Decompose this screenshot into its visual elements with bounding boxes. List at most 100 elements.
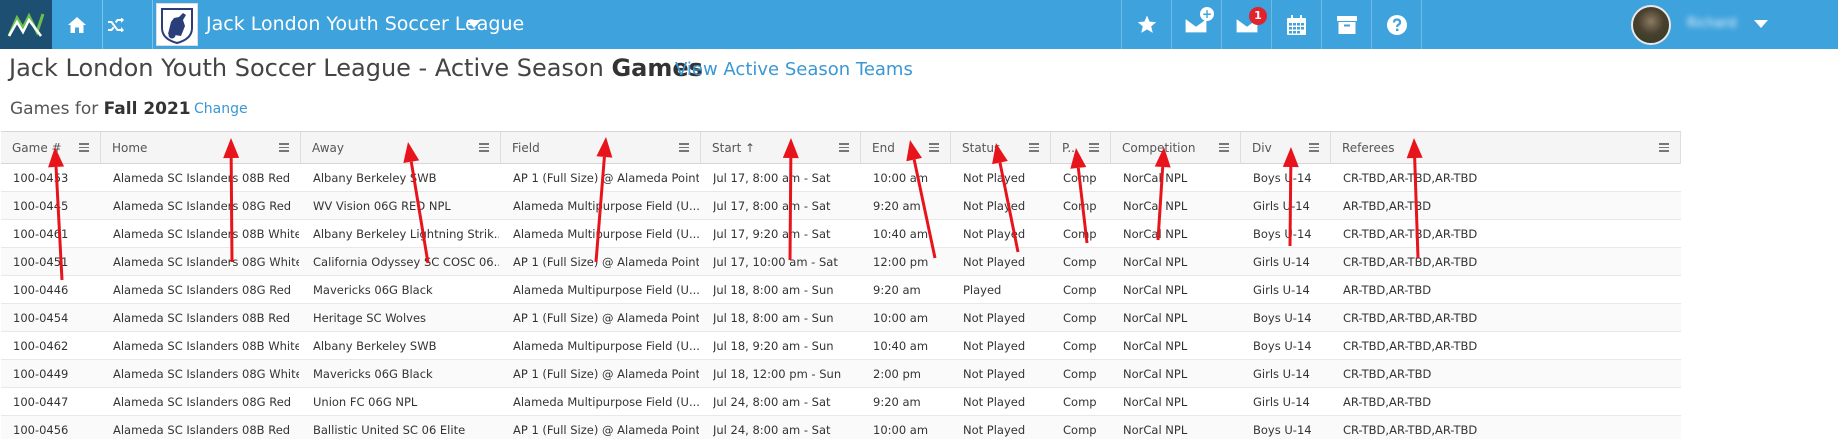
cell-program: Comp — [1063, 255, 1097, 269]
cell-game-number: 100-0462 — [13, 339, 69, 353]
page-title: Jack London Youth Soccer League - Active… — [9, 54, 703, 82]
cell-status: Played — [963, 283, 1002, 297]
user-name[interactable]: Richard — [1687, 16, 1736, 31]
view-teams-link[interactable]: View Active Season Teams — [675, 59, 913, 80]
cell-division: Girls U-14 — [1253, 367, 1310, 381]
column-menu-icon[interactable] — [1089, 143, 1099, 152]
season-label: Games for Fall 2021 — [10, 99, 191, 119]
help-button[interactable] — [1371, 0, 1421, 49]
top-navigation-bar: Jack London Youth Soccer League + 1 Rich… — [0, 0, 1838, 49]
season-name: Fall 2021 — [103, 99, 191, 119]
column-header-referees[interactable]: Referees — [1331, 132, 1681, 164]
cell-referees: AR-TBD,AR-TBD — [1343, 395, 1432, 409]
cell-game-number: 100-0449 — [13, 367, 69, 381]
cell-program: Comp — [1063, 339, 1097, 353]
change-season-link[interactable]: Change — [194, 101, 248, 117]
favorites-button[interactable] — [1121, 0, 1171, 49]
column-header-label: Field — [512, 141, 540, 155]
compose-message-button[interactable]: + — [1171, 0, 1221, 49]
cell-game-number: 100-0447 — [13, 395, 69, 409]
column-header-label: Away — [312, 141, 344, 155]
league-dropdown-caret-icon[interactable] — [467, 20, 481, 28]
cell-end: 2:00 pm — [873, 367, 921, 381]
cell-field: Alameda Multipurpose Field (U... — [513, 227, 699, 241]
cell-competition: NorCal NPL — [1123, 199, 1188, 213]
sort-ascending-icon[interactable]: ↑ — [745, 141, 755, 155]
archive-button[interactable] — [1321, 0, 1371, 49]
cell-competition: NorCal NPL — [1123, 227, 1188, 241]
column-header-game-number[interactable]: Game # — [1, 132, 101, 164]
switch-league-button[interactable] — [103, 0, 129, 49]
cell-status: Not Played — [963, 199, 1026, 213]
column-header-field[interactable]: Field — [501, 132, 701, 164]
cell-home: Alameda SC Islanders 08B Red — [113, 171, 291, 185]
messages-button[interactable]: 1 — [1221, 0, 1271, 49]
table-row[interactable]: 100-0461 Alameda SC Islanders 08B White Al… — [1, 220, 1681, 248]
table-row[interactable]: 100-0454 Alameda SC Islanders 08B Red Heri… — [1, 304, 1681, 332]
column-header-end[interactable]: End — [861, 132, 951, 164]
cell-away: WV Vision 06G RED NPL — [313, 199, 451, 213]
column-menu-icon[interactable] — [479, 143, 489, 152]
table-row[interactable]: 100-0449 Alameda SC Islanders 08G White Ma… — [1, 360, 1681, 388]
user-menu[interactable] — [1421, 0, 1631, 49]
help-icon — [1386, 14, 1407, 35]
column-menu-icon[interactable] — [1309, 143, 1319, 152]
column-menu-icon[interactable] — [1219, 143, 1229, 152]
column-menu-icon[interactable] — [839, 143, 849, 152]
user-dropdown-caret-icon[interactable] — [1754, 20, 1768, 28]
table-row[interactable]: 100-0447 Alameda SC Islanders 08G Red Unio… — [1, 388, 1681, 416]
column-header-competition[interactable]: Competition — [1111, 132, 1241, 164]
cell-competition: NorCal NPL — [1123, 395, 1188, 409]
column-menu-icon[interactable] — [1029, 143, 1039, 152]
table-row[interactable]: 100-0445 Alameda SC Islanders 08G Red WV V… — [1, 192, 1681, 220]
column-header-label: Game # — [12, 141, 62, 155]
column-menu-icon[interactable] — [679, 143, 689, 152]
cell-program: Comp — [1063, 423, 1097, 437]
cell-division: Boys U-14 — [1253, 423, 1312, 437]
cell-start: Jul 18, 12:00 pm - Sun — [713, 367, 842, 381]
cell-division: Boys U-14 — [1253, 171, 1312, 185]
league-logo[interactable] — [156, 3, 198, 46]
cell-status: Not Played — [963, 339, 1026, 353]
cell-referees: CR-TBD,AR-TBD,AR-TBD — [1343, 171, 1478, 185]
cell-division: Girls U-14 — [1253, 199, 1310, 213]
cell-start: Jul 18, 9:20 am - Sun — [713, 339, 834, 353]
table-row[interactable]: 100-0453 Alameda SC Islanders 08B Red Alba… — [1, 164, 1681, 192]
column-menu-icon[interactable] — [1659, 143, 1669, 152]
column-header-status[interactable]: Status — [951, 132, 1051, 164]
calendar-icon — [1287, 14, 1306, 35]
cell-home: Alameda SC Islanders 08G Red — [113, 283, 292, 297]
column-menu-icon[interactable] — [279, 143, 289, 152]
column-header-program[interactable]: P... — [1051, 132, 1111, 164]
column-header-label: Home — [112, 141, 148, 155]
column-header-away[interactable]: Away — [301, 132, 501, 164]
column-header-start[interactable]: Start ↑ — [701, 132, 861, 164]
table-row[interactable]: 100-0456 Alameda SC Islanders 08B Red Ball… — [1, 416, 1681, 439]
cell-status: Not Played — [963, 227, 1026, 241]
column-menu-icon[interactable] — [929, 143, 939, 152]
cell-competition: NorCal NPL — [1123, 171, 1188, 185]
cell-start: Jul 18, 8:00 am - Sun — [713, 283, 834, 297]
avatar[interactable] — [1631, 5, 1671, 45]
cell-home: Alameda SC Islanders 08B Red — [113, 311, 291, 325]
games-grid: Game # Home Away Field Start ↑ End Status P... Co… — [1, 131, 1681, 439]
column-header-label: Status — [962, 141, 1001, 155]
calendar-button[interactable] — [1271, 0, 1321, 49]
cell-start: Jul 18, 8:00 am - Sun — [713, 311, 834, 325]
app-logo[interactable] — [0, 0, 52, 49]
column-menu-icon[interactable] — [79, 143, 89, 152]
cell-competition: NorCal NPL — [1123, 255, 1188, 269]
cell-status: Not Played — [963, 395, 1026, 409]
cell-field: AP 1 (Full Size) @ Alameda Point — [513, 423, 699, 437]
column-header-home[interactable]: Home — [101, 132, 301, 164]
column-header-label: Competition — [1122, 141, 1196, 155]
column-header-label: Div — [1252, 141, 1272, 155]
cell-home: Alameda SC Islanders 08G Red — [113, 395, 292, 409]
table-row[interactable]: 100-0451 Alameda SC Islanders 08G White Ca… — [1, 248, 1681, 276]
column-header-division[interactable]: Div — [1241, 132, 1331, 164]
table-row[interactable]: 100-0462 Alameda SC Islanders 08B White Al… — [1, 332, 1681, 360]
grid-header: Game # Home Away Field Start ↑ End Status P... Co… — [1, 131, 1681, 164]
table-row[interactable]: 100-0446 Alameda SC Islanders 08G Red Mave… — [1, 276, 1681, 304]
cell-field: Alameda Multipurpose Field (U... — [513, 339, 699, 353]
home-button[interactable] — [52, 0, 102, 49]
